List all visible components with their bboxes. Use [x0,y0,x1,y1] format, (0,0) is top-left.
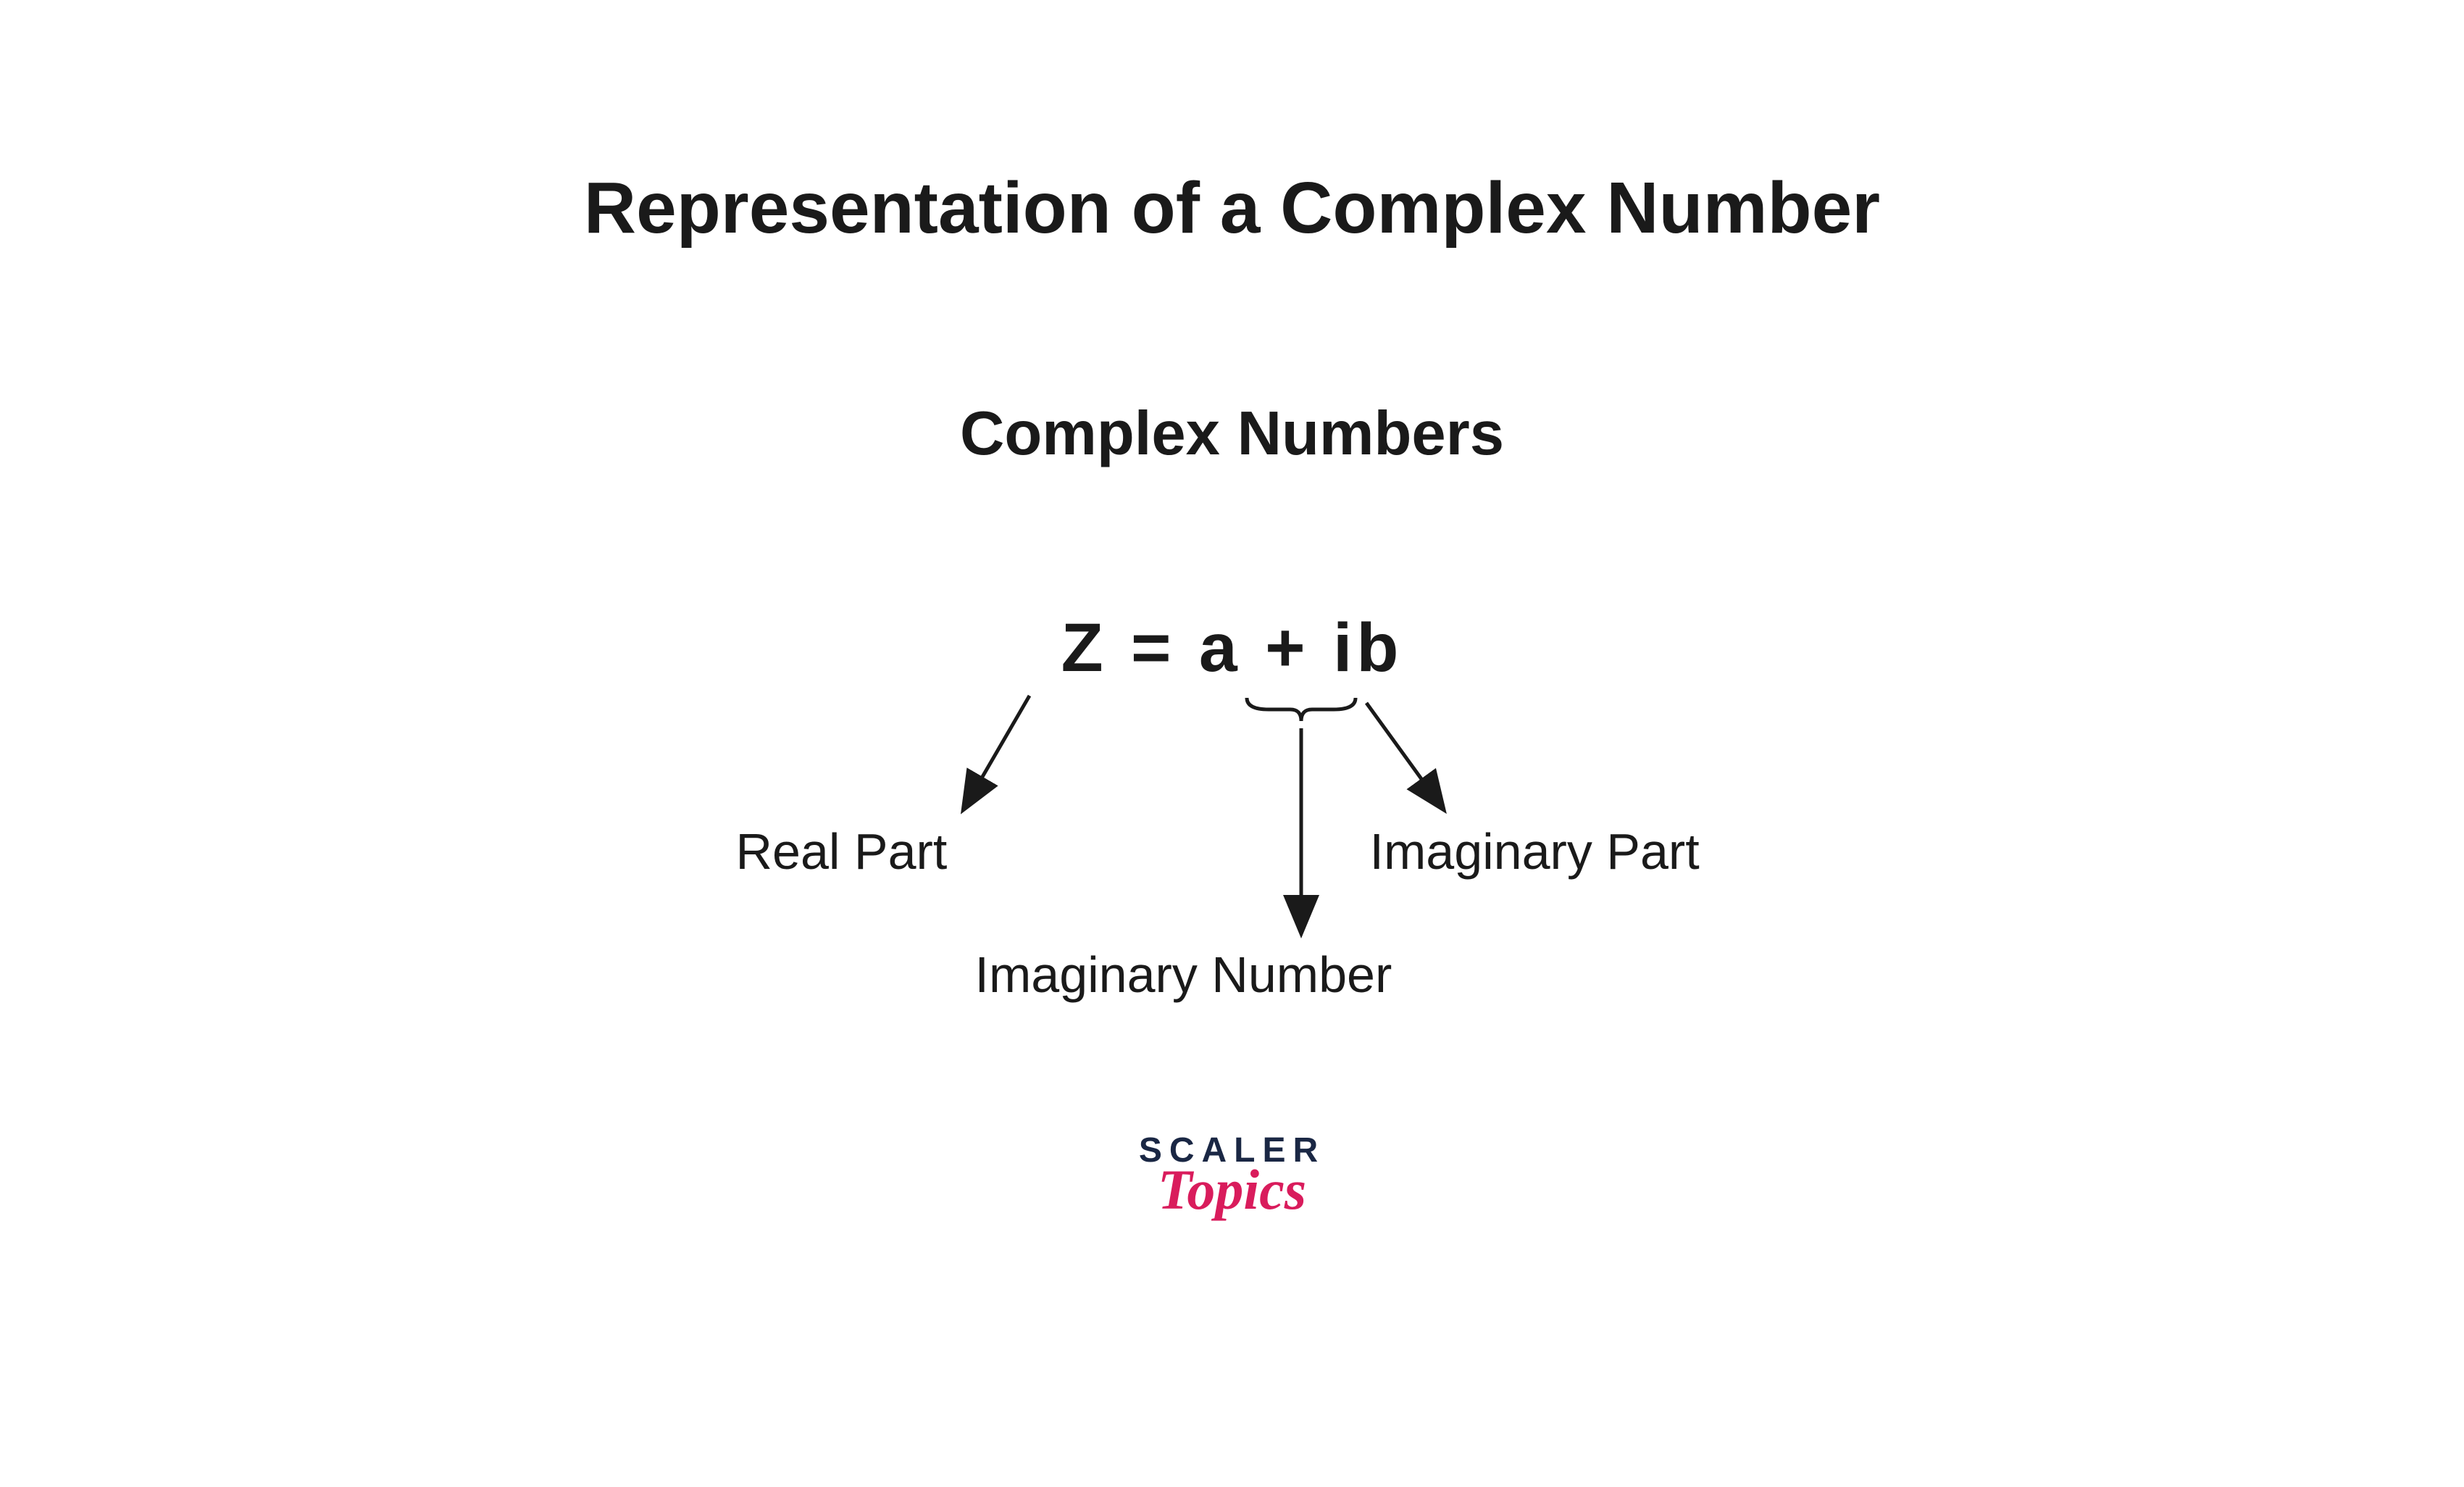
logo-line2: Topics [1139,1157,1325,1222]
arrow-real-icon [964,696,1030,808]
label-imaginary-part: Imaginary Part [1370,822,1700,880]
label-real-part: Real Part [736,822,948,880]
label-imaginary-number: Imaginary Number [975,946,1392,1004]
scaler-topics-logo: SCALER Topics [1139,1130,1325,1222]
complex-equation: Z = a + ib [0,609,2464,688]
brace-icon [1247,698,1356,721]
diagram-subtitle: Complex Numbers [0,399,2464,470]
annotation-area: Real Part Imaginary Part Imaginary Numbe… [653,685,1812,1047]
arrow-imagpart-icon [1366,703,1442,808]
diagram-title: Representation of a Complex Number [0,167,2464,250]
